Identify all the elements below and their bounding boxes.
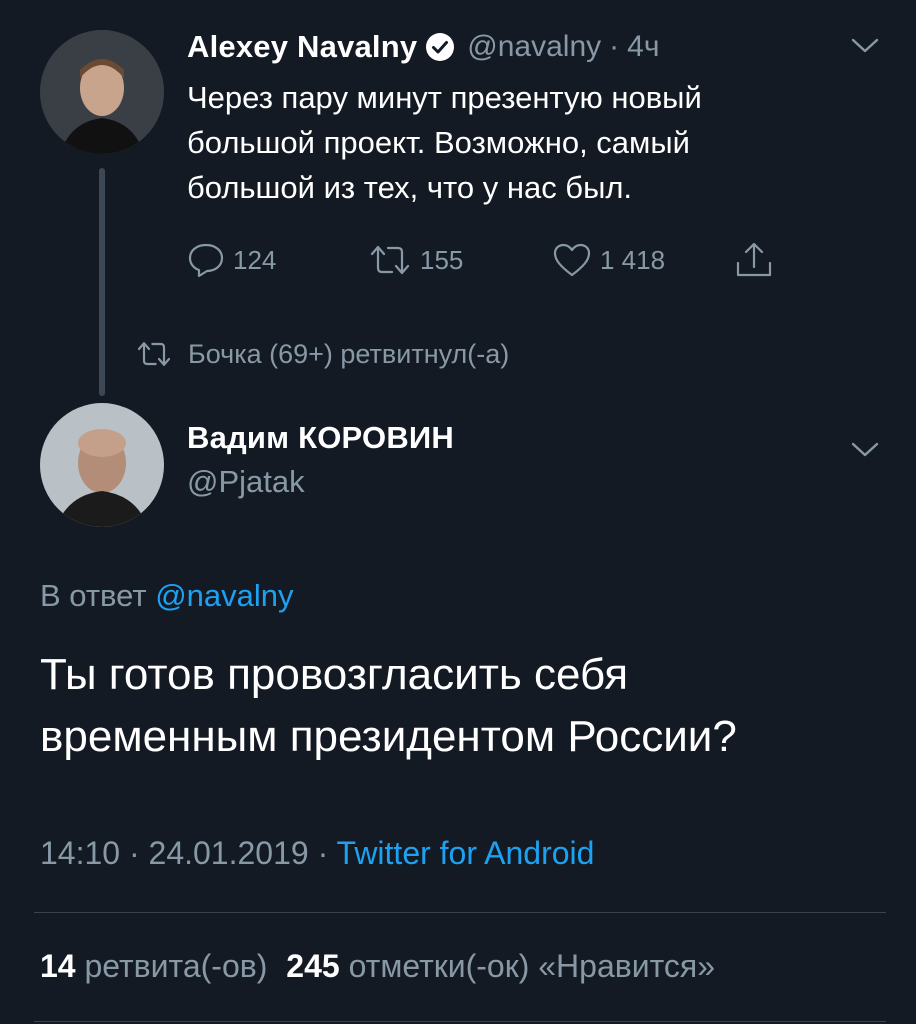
tweet1-menu-chevron-icon[interactable] — [850, 36, 880, 56]
person-photo-icon — [40, 30, 164, 154]
retweets-stat[interactable]: 14 ретвита(-ов) — [40, 948, 267, 984]
tweet2-date: 24.01.2019 — [148, 835, 309, 871]
tweet2-text-line: Ты готов провозгласить себя — [40, 650, 629, 699]
retweet-icon — [370, 245, 410, 275]
tweet2-handle[interactable]: @Pjatak — [187, 464, 305, 500]
tweet1-text-line: большой проект. Возможно, самый — [187, 125, 690, 160]
share-button[interactable] — [734, 240, 774, 280]
tweet2-meta: 14:10 · 24.01.2019 · Twitter for Android — [40, 835, 594, 872]
tweet2-source-link[interactable]: Twitter for Android — [337, 835, 595, 871]
tweet2-stats: 14 ретвита(-ов) 245 отметки(-ок) «Нравит… — [40, 948, 715, 985]
reply-to-handle-link[interactable]: @navalny — [155, 578, 293, 613]
like-button[interactable]: 1 418 — [552, 240, 665, 280]
likes-stat-label: отметки(-ок) «Нравится» — [348, 948, 716, 984]
retweeted-by-text: Бочка (69+) ретвитнул(-а) — [188, 338, 510, 369]
verified-badge-icon — [425, 32, 455, 62]
tweet1-timestamp: 4ч — [627, 30, 660, 63]
avatar-navalny[interactable] — [40, 30, 164, 154]
share-icon — [736, 242, 772, 277]
likes-stat-count: 245 — [286, 948, 340, 984]
meta-separator: · — [317, 835, 329, 871]
tweet2-menu-chevron-icon[interactable] — [850, 440, 880, 460]
retweets-stat-count: 14 — [40, 948, 76, 984]
retweet-small-icon — [137, 342, 171, 366]
divider — [34, 1021, 886, 1022]
divider — [34, 912, 886, 913]
meta-separator: · — [128, 835, 140, 871]
thread-connector-line — [99, 168, 105, 396]
avatar-korovin[interactable] — [40, 403, 164, 527]
retweeted-by-note[interactable]: Бочка (69+) ретвитнул(-а) — [134, 334, 509, 374]
likes-stat[interactable]: 245 отметки(-ок) «Нравится» — [286, 948, 715, 984]
retweets-stat-label: ретвита(-ов) — [84, 948, 268, 984]
person-photo-icon — [40, 403, 164, 527]
tweet1-text: Через пару минут презентую новый большой… — [187, 75, 867, 210]
reply-prefix: В ответ — [40, 578, 147, 613]
tweet1-text-line: большой из тех, что у нас был. — [187, 170, 633, 205]
like-count: 1 418 — [600, 244, 666, 275]
tweet2-time: 14:10 — [40, 835, 121, 871]
reply-icon — [188, 243, 224, 278]
reply-count: 124 — [233, 244, 277, 275]
reply-button[interactable]: 124 — [187, 240, 276, 280]
retweet-count: 155 — [420, 244, 464, 275]
tweet2-text: Ты готов провозгласить себя временным пр… — [40, 644, 890, 768]
tweet2-author-name[interactable]: Вадим КОРОВИН — [187, 420, 454, 456]
heart-icon — [553, 243, 591, 277]
retweet-button[interactable]: 155 — [368, 240, 463, 280]
tweet1-handle[interactable]: @navalny — [467, 30, 601, 64]
tweet2-text-line: временным президентом России? — [40, 712, 737, 761]
reply-context: В ответ @navalny — [40, 578, 294, 614]
tweet1-author-name[interactable]: Alexey Navalny — [187, 29, 417, 65]
tweet1-header: Alexey Navalny @navalny · 4ч — [187, 27, 659, 67]
tweet1-time-separator: · — [609, 30, 620, 63]
tweet1-text-line: Через пару минут презентую новый — [187, 80, 702, 115]
